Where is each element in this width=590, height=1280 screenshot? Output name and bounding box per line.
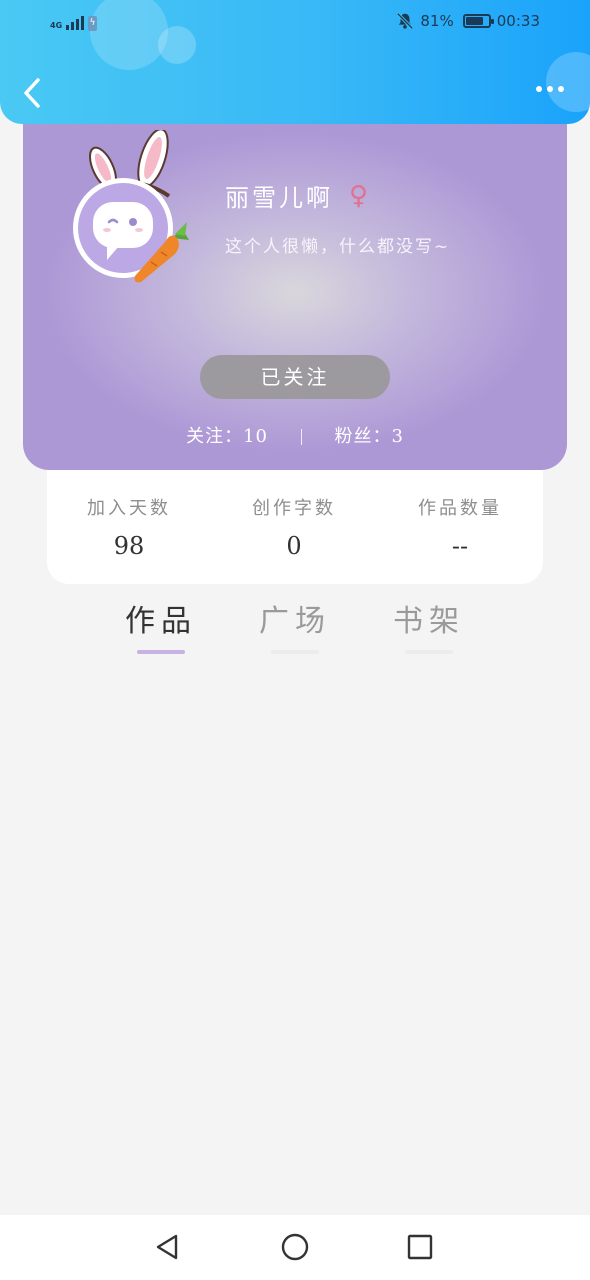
user-bio: 这个人很懒，什么都没写~ [225,237,451,257]
status-bar: 4G ϟ 81% 00:33 [0,8,590,38]
network-type: 4G [50,21,63,30]
info-word-count: 创作字数 0 [214,494,374,560]
info-value: 0 [286,532,302,560]
back-button[interactable] [18,76,48,110]
bell-muted-icon [397,12,414,30]
more-dot [536,86,542,92]
info-value: -- [451,532,469,560]
info-label: 加入天数 [87,498,171,519]
triangle-back-icon[interactable] [152,1231,184,1263]
more-dot [558,86,564,92]
tab-bookshelf[interactable]: 书架 [374,596,484,654]
clock: 00:33 [496,12,540,30]
top-header: 4G ϟ 81% 00:33 [0,0,590,124]
status-right: 81% 00:33 [396,12,540,30]
name-row: 丽雪儿啊 ♀ [225,178,368,213]
user-info-card: 加入天数 98 创作字数 0 作品数量 -- [47,470,543,584]
square-recents-icon[interactable] [404,1231,436,1263]
info-value: 98 [113,532,145,560]
follow-stats: 关注：10 粉丝：3 [23,422,567,448]
following-stat[interactable]: 关注：10 [186,426,268,447]
tab-indicator [137,650,185,654]
avatar[interactable] [71,130,191,290]
following-label: 关注： [186,426,244,447]
fans-label: 粉丝： [334,426,392,447]
info-work-count: 作品数量 -- [380,494,540,560]
female-gender-icon: ♀ [349,180,369,211]
more-dot [547,86,553,92]
charging-icon: ϟ [88,16,97,31]
system-nav-bar [0,1215,590,1280]
more-button[interactable] [536,86,564,92]
decor-bubble [546,52,590,112]
info-label: 创作字数 [252,498,336,519]
followed-button[interactable]: 已关注 [200,355,390,399]
tab-indicator [405,650,453,654]
following-count: 10 [243,426,268,447]
tab-label: 广场 [259,604,331,639]
tab-label: 作品 [125,604,197,639]
battery-icon [462,14,494,28]
tab-square[interactable]: 广场 [240,596,350,654]
fans-count: 3 [391,426,404,447]
chevron-left-icon [24,78,40,108]
tab-label: 书架 [393,604,465,639]
stats-divider [300,429,302,445]
tab-indicator [271,650,319,654]
battery-percent: 81% [420,12,454,30]
username: 丽雪儿啊 [225,184,333,212]
circle-home-icon[interactable] [279,1231,311,1263]
profile-card: 丽雪儿啊 ♀ 这个人很懒，什么都没写~ 已关注 关注：10 粉丝：3 [23,100,567,470]
tab-works[interactable]: 作品 [106,596,216,654]
signal-icon: 4G [50,14,85,30]
info-label: 作品数量 [418,498,502,519]
info-join-days: 加入天数 98 [49,494,209,560]
battery-fill [465,17,484,25]
fans-stat[interactable]: 粉丝：3 [334,426,403,447]
